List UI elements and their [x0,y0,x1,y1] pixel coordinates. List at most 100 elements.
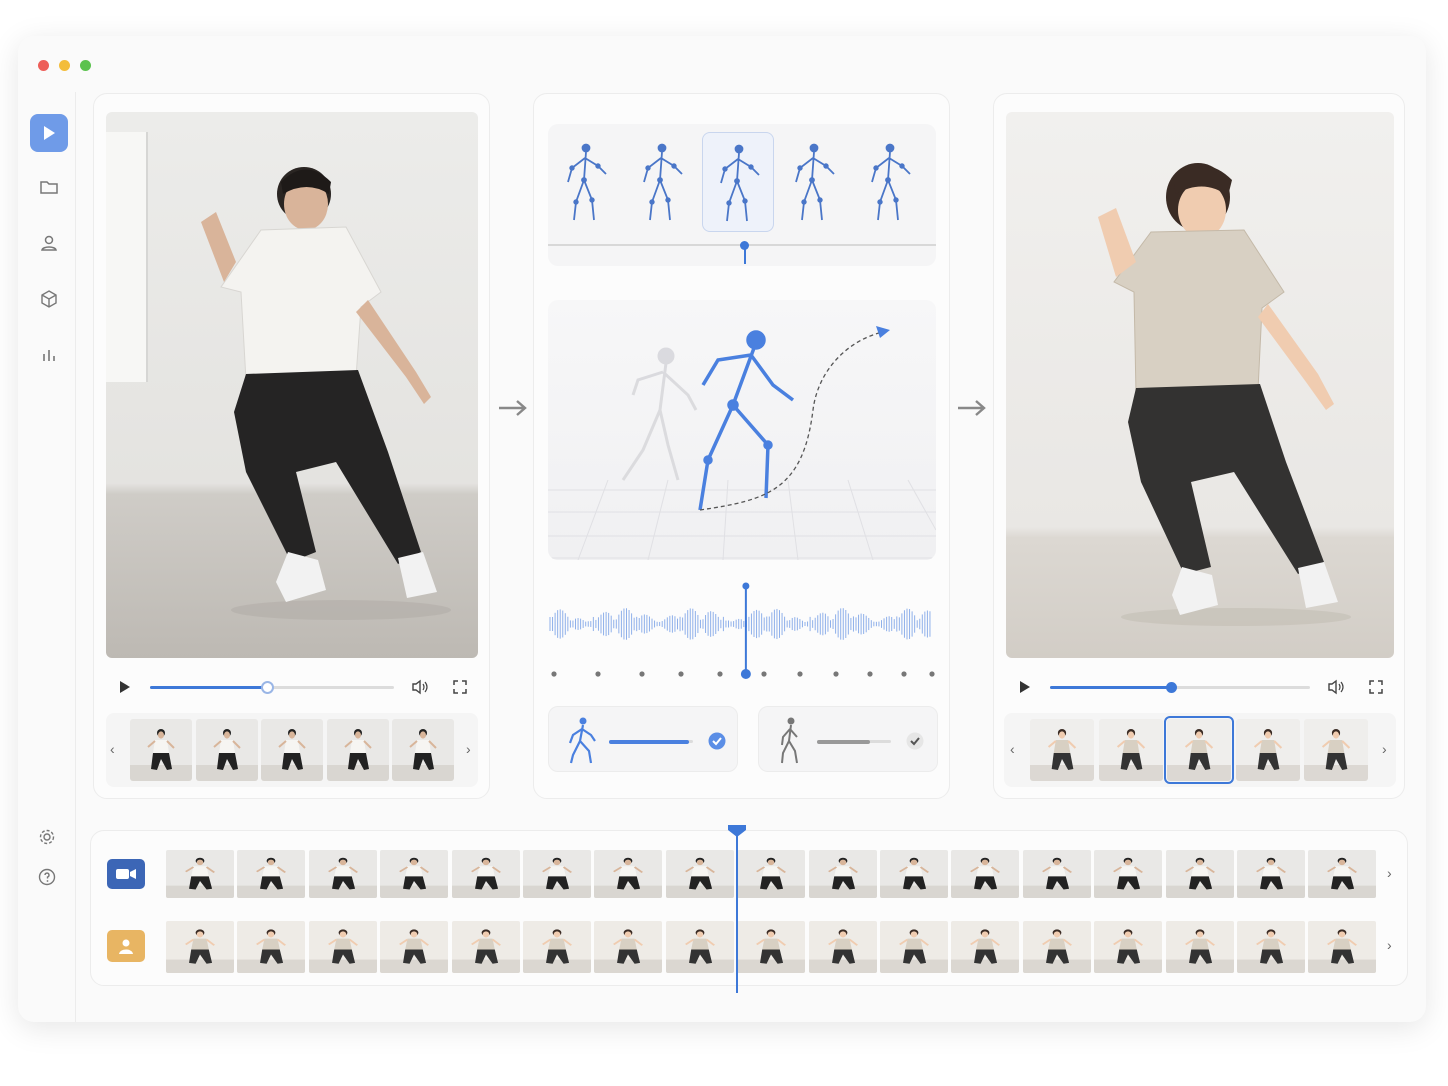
fullscreen-icon[interactable] [1368,679,1384,695]
chevron-right-icon[interactable]: › [1382,741,1387,757]
sidebar-item-settings[interactable] [28,818,66,856]
avatar-track-frame[interactable] [880,921,948,973]
arrow-right-icon [499,400,527,416]
dancer-figure [201,167,451,620]
chevron-left-icon[interactable]: ‹ [1010,741,1015,757]
avatar-track-frame[interactable] [737,921,806,973]
play-button[interactable] [117,679,133,695]
pose-option[interactable] [550,132,622,232]
playhead-handle[interactable] [726,823,748,839]
sidebar-item-stats[interactable] [30,336,68,374]
beat-marker [901,671,907,677]
source-video[interactable] [106,112,478,658]
video-track-frame[interactable] [1308,850,1377,898]
video-track-frame[interactable] [166,850,234,898]
video-track[interactable] [166,850,1381,900]
video-track-frame[interactable] [1094,850,1163,898]
chevron-right-icon[interactable]: › [1387,937,1392,953]
chevron-left-icon[interactable]: ‹ [110,741,115,757]
source-thumbnail[interactable] [261,719,323,781]
video-track-frame[interactable] [451,850,520,898]
motion-3d-view[interactable] [548,300,936,560]
check-icon[interactable] [707,731,727,751]
video-track-frame[interactable] [237,850,306,898]
video-track-frame[interactable] [308,850,377,898]
source-progress-slider[interactable] [150,681,394,694]
avatar-track-frame[interactable] [808,921,877,973]
check-icon[interactable] [905,731,925,751]
pose-picker [548,124,936,266]
video-track-frame[interactable] [1237,850,1305,898]
source-thumbnail[interactable] [130,719,192,781]
output-thumbnail[interactable] [1235,719,1300,781]
output-thumbnail[interactable] [1164,716,1234,784]
walking-pose-icon [781,717,798,764]
volume-icon[interactable] [411,679,429,695]
motion-style-card[interactable] [548,706,738,772]
pose-picker-marker-stem [744,248,746,264]
timeline-playhead[interactable] [736,831,738,993]
avatar-track-frame[interactable] [451,921,520,973]
avatar-track-frame[interactable] [951,921,1020,973]
video-track-frame[interactable] [380,850,449,898]
avatar-track-frame[interactable] [665,921,734,973]
pose-option[interactable] [626,132,698,232]
chevron-right-icon[interactable]: › [1387,865,1392,881]
source-thumbnail[interactable] [195,719,258,781]
video-track-frame[interactable] [665,850,734,898]
output-thumbnail[interactable] [1030,719,1094,781]
track-avatar-badge[interactable] [107,930,145,962]
sidebar-item-help[interactable] [28,858,66,896]
output-progress-knob[interactable] [1166,682,1177,693]
video-track-frame[interactable] [594,850,663,898]
pose-option[interactable] [778,132,850,232]
avatar-track-frame[interactable] [1237,921,1305,973]
source-progress-knob[interactable] [261,681,274,694]
chevron-right-icon[interactable]: › [466,741,471,757]
audio-waveform[interactable] [548,582,936,682]
avatar-track-frame[interactable] [1165,921,1234,973]
avatar-track[interactable] [166,921,1381,973]
sidebar-item-models[interactable] [30,280,68,318]
pose-option[interactable] [702,132,774,232]
avatar-track-frame[interactable] [308,921,377,973]
ghost-strength-slider[interactable] [817,739,891,744]
sidebar-item-profile[interactable] [30,224,68,262]
beat-marker [761,671,767,677]
avatar-track-frame[interactable] [1308,921,1377,973]
close-dot[interactable] [38,60,49,71]
motion-strength-slider[interactable] [609,739,693,744]
avatar-track-frame[interactable] [523,921,591,973]
fullscreen-icon[interactable] [452,679,468,695]
video-track-frame[interactable] [880,850,948,898]
waveform-playhead-marker [740,669,751,679]
video-track-frame[interactable] [1165,850,1234,898]
output-thumbnail[interactable] [1098,719,1163,781]
output-video[interactable] [1006,112,1394,658]
video-track-frame[interactable] [737,850,806,898]
video-track-frame[interactable] [523,850,591,898]
avatar-track-frame[interactable] [166,921,234,973]
avatar-track-frame[interactable] [237,921,306,973]
avatar-track-frame[interactable] [380,921,449,973]
sidebar-item-files[interactable] [30,168,68,206]
pose-option[interactable] [854,132,926,232]
play-button[interactable] [1017,679,1033,695]
maximize-dot[interactable] [80,60,91,71]
output-progress-slider[interactable] [1050,682,1310,693]
avatar-track-frame[interactable] [1094,921,1163,973]
video-track-frame[interactable] [1022,850,1091,898]
track-video-badge[interactable] [107,859,145,889]
source-thumbnail[interactable] [326,719,389,781]
video-track-frame[interactable] [808,850,877,898]
avatar-track-frame[interactable] [1022,921,1091,973]
minimize-dot[interactable] [59,60,70,71]
sidebar-item-play[interactable] [30,114,68,152]
waveform-playhead-knob [742,582,750,590]
output-thumbnail[interactable] [1304,719,1368,781]
ghost-style-card[interactable] [758,706,938,772]
volume-icon[interactable] [1327,679,1345,695]
avatar-track-frame[interactable] [594,921,663,973]
video-track-frame[interactable] [951,850,1020,898]
source-thumbnail[interactable] [392,719,454,781]
